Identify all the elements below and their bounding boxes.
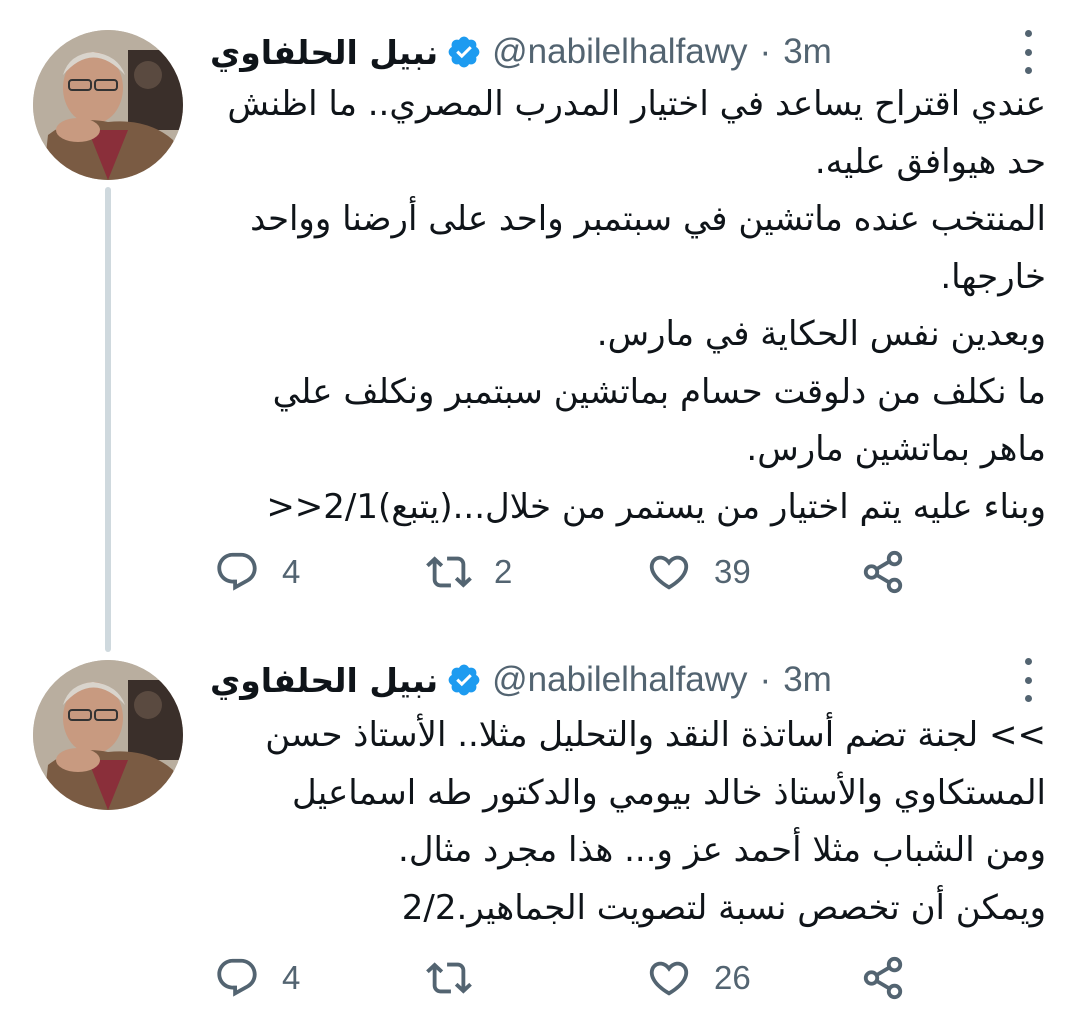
like-button[interactable]: 26: [646, 953, 751, 1003]
retweet-button[interactable]: [426, 953, 494, 1003]
reply-button[interactable]: 4: [214, 953, 300, 1003]
reply-button[interactable]: 4: [214, 547, 300, 597]
like-button[interactable]: 39: [646, 547, 751, 597]
tweet-text-line: ماهر بماتشين مارس.: [746, 429, 1046, 469]
thread-connector-line: [105, 187, 111, 652]
reply-icon: [217, 552, 257, 591]
tweet-text-line: عندي اقتراح يساعد في اختيار المدرب المصر…: [227, 84, 1046, 124]
tweet-actions: 4 26: [210, 953, 930, 1003]
tweet-text-line: ما نكلف من دلوقت حسام بماتشين سبتمبر ونك…: [272, 371, 1046, 412]
heart-icon: [649, 555, 689, 590]
reply-icon: [217, 958, 257, 997]
like-count: 26: [714, 959, 751, 996]
tweet-text: >> لجنة تضم أساتذة النقد والتحليل مثلا..…: [210, 707, 1046, 937]
verified-badge-icon: [446, 662, 482, 698]
tweet-text-line: وبعدين نفس الحكاية في مارس.: [596, 314, 1046, 354]
author-handle[interactable]: @nabilelhalfawy: [492, 660, 747, 700]
timestamp[interactable]: 3m: [783, 660, 832, 700]
verified-badge-icon: [446, 34, 482, 70]
share-button[interactable]: [860, 547, 906, 597]
heart-icon: [649, 961, 689, 996]
tweet-text-line: حد هيوافق عليه.: [814, 141, 1046, 182]
tweet-actions: 4 2 39: [210, 547, 930, 597]
tweet-text-line: المستكاوي والأستاذ خالد بيومي والدكتور ط…: [291, 772, 1046, 813]
tweet-text-line: >> لجنة تضم أساتذة النقد والتحليل مثلا..…: [265, 715, 1046, 755]
tweet-text-line: ومن الشباب مثلا أحمد عز و... هذا مجرد مث…: [398, 830, 1046, 870]
retweet-button[interactable]: 2: [426, 547, 512, 597]
separator-dot: ·: [759, 32, 772, 71]
tweet-text-line: ويمكن أن تخصص نسبة لتصويت الجماهير.2/2: [401, 887, 1046, 928]
share-icon: [863, 956, 903, 1000]
retweet-count: 2: [494, 553, 513, 590]
tweet-header: نبيل الحلفاوي @nabilelhalfawy · 3m: [210, 28, 1000, 76]
tweet-text-line: وبناء عليه يتم اختيار من يستمر من خلال..…: [266, 486, 1046, 527]
tweet-text: عندي اقتراح يساعد في اختيار المدرب المصر…: [210, 76, 1046, 536]
tweet-text-line: خارجها.: [940, 256, 1046, 297]
timestamp[interactable]: 3m: [783, 32, 832, 72]
more-options-icon[interactable]: [1020, 658, 1036, 702]
author-name[interactable]: نبيل الحلفاوي: [210, 33, 438, 72]
reply-count: 4: [282, 959, 301, 996]
share-icon: [863, 550, 903, 594]
tweet-text-line: المنتخب عنده ماتشين في سبتمبر واحد على أ…: [250, 199, 1046, 239]
tweet-header: نبيل الحلفاوي @nabilelhalfawy · 3m: [210, 656, 1000, 704]
author-handle[interactable]: @nabilelhalfawy: [492, 32, 747, 72]
more-options-icon[interactable]: [1020, 30, 1036, 74]
tweet[interactable]: نبيل الحلفاوي @nabilelhalfawy · 3m >> لج…: [0, 640, 1080, 1012]
share-button[interactable]: [860, 953, 906, 1003]
avatar[interactable]: [33, 30, 183, 180]
like-count: 39: [714, 553, 751, 590]
retweet-icon: [426, 962, 472, 994]
author-name[interactable]: نبيل الحلفاوي: [210, 661, 438, 700]
retweet-icon: [426, 556, 472, 588]
tweet[interactable]: نبيل الحلفاوي @nabilelhalfawy · 3m عندي …: [0, 0, 1080, 652]
separator-dot: ·: [759, 660, 772, 699]
reply-count: 4: [282, 553, 301, 590]
avatar[interactable]: [33, 660, 183, 810]
